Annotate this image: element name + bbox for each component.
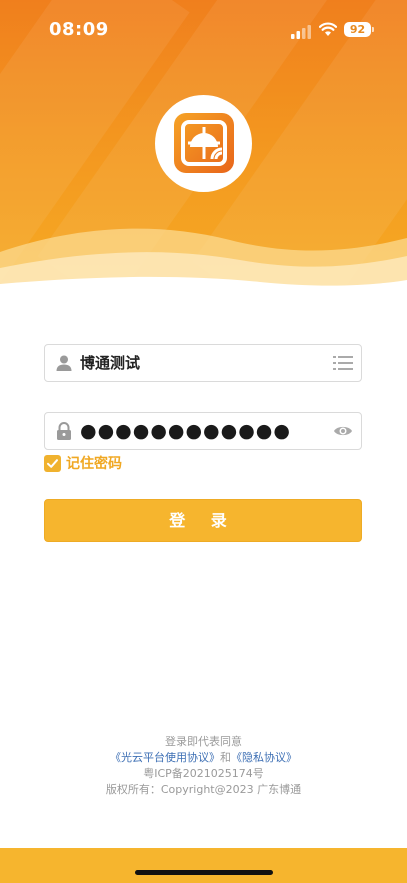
icp-text: 粤ICP备2021025174号	[143, 767, 264, 780]
app-logo	[174, 113, 234, 173]
app-logo-badge	[155, 95, 252, 192]
header-banner: 08:09 92	[0, 0, 407, 290]
status-time: 08:09	[49, 19, 109, 40]
login-button[interactable]: 登 录	[44, 499, 362, 542]
list-icon[interactable]	[333, 354, 353, 372]
and-text: 和	[220, 751, 231, 764]
bottom-bar	[0, 848, 407, 883]
remember-checkbox[interactable]	[44, 455, 61, 472]
password-value: ●●●●●●●●●●●●	[80, 420, 291, 442]
signal-icon	[291, 25, 311, 39]
header-wave	[0, 228, 407, 290]
status-bar: 08:09 92	[0, 0, 407, 60]
lock-icon	[57, 422, 71, 440]
footer: 登录即代表同意 《光云平台使用协议》和《隐私协议》 粤ICP备202102517…	[0, 734, 407, 798]
agreement-links: 《光云平台使用协议》和《隐私协议》	[0, 750, 407, 766]
username-value: 博通测试	[80, 354, 141, 372]
privacy-link[interactable]: 《隐私协议》	[231, 751, 297, 764]
agree-text: 登录即代表同意	[165, 735, 242, 748]
home-indicator[interactable]	[135, 870, 273, 875]
terms-link[interactable]: 《光云平台使用协议》	[110, 751, 220, 764]
battery-icon: 92	[344, 22, 374, 37]
password-field[interactable]: ●●●●●●●●●●●●	[44, 412, 362, 450]
wifi-icon	[319, 22, 337, 36]
check-icon	[47, 459, 58, 468]
remember-label: 记住密码	[66, 456, 122, 472]
username-field[interactable]: 博通测试	[44, 344, 362, 382]
copyright-text: 版权所有：Copyright@2023 广东博通	[105, 783, 302, 796]
eye-icon[interactable]	[333, 422, 353, 440]
user-icon	[56, 355, 72, 371]
